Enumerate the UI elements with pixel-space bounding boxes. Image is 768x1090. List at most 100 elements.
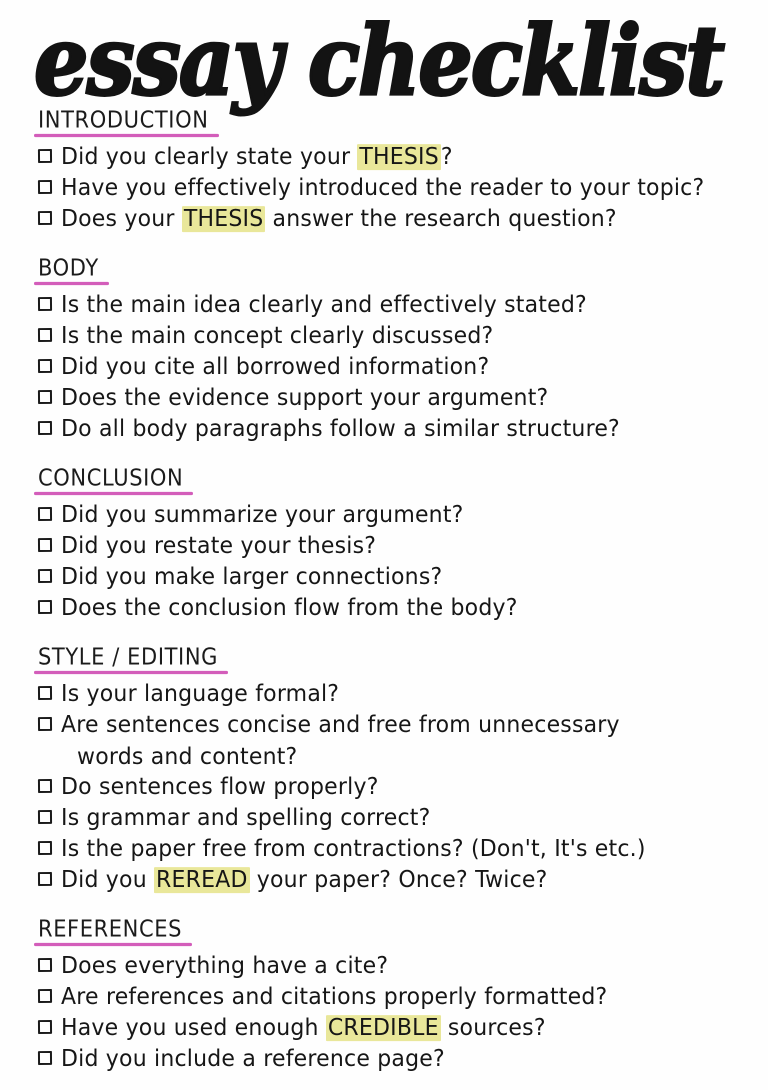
- item-text-lead: Is the main idea clearly and effectively…: [61, 292, 587, 319]
- checklist-item-label: Does your THESIS answer the research que…: [61, 203, 758, 235]
- checkbox-icon[interactable]: [37, 420, 53, 436]
- checklist-item-label: Does the conclusion flow from the body?: [61, 592, 758, 624]
- checklist-item-label: Is your language formal?: [61, 678, 758, 710]
- checklist-item[interactable]: Have you used enough CREDIBLE sources?: [37, 1012, 758, 1044]
- checklist-item[interactable]: Is grammar and spelling correct?: [37, 802, 758, 833]
- checkbox-icon[interactable]: [37, 148, 53, 164]
- checkbox-icon[interactable]: [37, 327, 53, 343]
- checklist-item[interactable]: Does everything have a cite?: [37, 950, 758, 982]
- checklist-item[interactable]: Did you make larger connections?: [37, 561, 758, 593]
- item-text-lead: Do all body paragraphs follow a similar …: [61, 416, 620, 443]
- item-text-tail: ?: [440, 144, 453, 171]
- item-text-lead: Are references and citations properly fo…: [61, 984, 608, 1011]
- checkbox-icon[interactable]: [37, 778, 53, 794]
- checklist-item[interactable]: Do all body paragraphs follow a similar …: [37, 413, 758, 445]
- highlighted-term: THESIS: [181, 206, 266, 233]
- item-text-lead: Does the evidence support your argument?: [61, 385, 549, 412]
- checklist-item-label: Did you make larger connections?: [61, 561, 758, 593]
- checkbox-icon[interactable]: [37, 685, 53, 701]
- checklist-item[interactable]: Did you restate your thesis?: [37, 530, 758, 562]
- checklist-item-label: Do all body paragraphs follow a similar …: [61, 413, 758, 445]
- checklist-item[interactable]: Did you clearly state your THESIS?: [37, 141, 758, 172]
- checklist-item[interactable]: Are references and citations properly fo…: [37, 981, 758, 1013]
- checklist-item[interactable]: Does the evidence support your argument?: [37, 382, 758, 414]
- page-title: essay checklist: [33, 3, 727, 119]
- item-text-lead: Did you restate your thesis?: [61, 533, 377, 560]
- checkbox-icon[interactable]: [37, 210, 53, 226]
- checklist-item[interactable]: Did you include a reference page?: [37, 1043, 758, 1075]
- item-text-lead: Is your language formal?: [61, 681, 340, 708]
- checklist-item[interactable]: Are sentences concise and free from unne…: [37, 709, 758, 773]
- checkbox-icon[interactable]: [37, 988, 53, 1004]
- checklist-item-label: Have you used enough CREDIBLE sources?: [61, 1012, 758, 1044]
- checklist-item-label: Did you summarize your argument?: [61, 499, 758, 531]
- checklist-item[interactable]: Did you REREAD your paper? Once? Twice?: [37, 864, 758, 896]
- checkbox-icon[interactable]: [37, 506, 53, 522]
- checklist-item[interactable]: Have you effectively introduced the read…: [37, 172, 758, 204]
- item-text-lead: Is the paper free from contractions? (Do…: [61, 836, 646, 863]
- checklist-item[interactable]: Is the paper free from contractions? (Do…: [37, 833, 758, 864]
- section-heading: CONCLUSION: [33, 464, 194, 496]
- checklist-item[interactable]: Is the main idea clearly and effectively…: [37, 289, 758, 321]
- item-text-tail: answer the research question?: [265, 206, 617, 233]
- item-text-lead: Does everything have a cite?: [61, 953, 389, 980]
- highlighted-term: CREDIBLE: [325, 1015, 441, 1042]
- item-text-lead: Are sentences concise and free from unne…: [61, 712, 620, 739]
- checklist-section: BODY Is the main idea clearly and effecti…: [34, 255, 758, 445]
- checklist-item[interactable]: Do sentences flow properly?: [37, 771, 758, 802]
- section-heading: REFERENCES: [33, 915, 193, 947]
- checkbox-icon[interactable]: [37, 809, 53, 825]
- item-text-lead: Does your: [61, 206, 182, 233]
- checklist-item-label: Did you restate your thesis?: [61, 530, 758, 562]
- item-text-wrapped-line: words and content?: [77, 744, 298, 771]
- checkbox-icon[interactable]: [37, 537, 53, 553]
- checklist-sections: INTRODUCTION Did you clearly state your T…: [0, 106, 768, 1075]
- highlighted-term: REREAD: [154, 867, 250, 894]
- item-text-lead: Did you clearly state your: [61, 144, 358, 171]
- checklist-item-label: Are references and citations properly fo…: [61, 981, 758, 1013]
- item-text-lead: Did you cite all borrowed information?: [61, 354, 490, 381]
- checkbox-icon[interactable]: [37, 957, 53, 973]
- checklist-items: Did you clearly state your THESIS? Have y…: [37, 141, 758, 235]
- item-text-lead: Did you include a reference page?: [61, 1046, 445, 1073]
- checkbox-icon[interactable]: [37, 568, 53, 584]
- checklist-item-label: Is the main idea clearly and effectively…: [61, 289, 758, 321]
- checklist-page: essay checklist INTRODUCTION Did you clea…: [0, 0, 768, 1090]
- checkbox-icon[interactable]: [37, 179, 53, 195]
- checkbox-icon[interactable]: [37, 389, 53, 405]
- checklist-item-label: Have you effectively introduced the read…: [61, 172, 758, 204]
- checklist-item-label: Did you include a reference page?: [61, 1043, 758, 1075]
- checklist-item-label: Did you REREAD your paper? Once? Twice?: [61, 864, 758, 896]
- section-heading: INTRODUCTION: [34, 106, 219, 138]
- checklist-item[interactable]: Did you cite all borrowed information?: [37, 351, 758, 382]
- checkbox-icon[interactable]: [37, 840, 53, 856]
- checklist-item[interactable]: Does the conclusion flow from the body?: [37, 592, 758, 624]
- item-text-lead: Is the main concept clearly discussed?: [61, 323, 494, 350]
- checklist-item[interactable]: Is the main concept clearly discussed?: [37, 320, 758, 351]
- section-heading: STYLE / EDITING: [33, 643, 229, 675]
- highlighted-term: THESIS: [357, 144, 441, 171]
- checkbox-icon[interactable]: [37, 358, 53, 374]
- checkbox-icon[interactable]: [37, 871, 53, 887]
- item-text-lead: Have you effectively introduced the read…: [61, 175, 705, 202]
- checkbox-icon[interactable]: [37, 1019, 53, 1035]
- checklist-item-label: Does everything have a cite?: [61, 950, 758, 982]
- checklist-section: INTRODUCTION Did you clearly state your T…: [34, 106, 758, 235]
- item-text-tail: sources?: [440, 1015, 546, 1042]
- item-text-tail: your paper? Once? Twice?: [249, 867, 548, 894]
- checklist-item[interactable]: Does your THESIS answer the research que…: [37, 203, 758, 235]
- item-text-lead: Is grammar and spelling correct?: [61, 805, 431, 832]
- checklist-item[interactable]: Did you summarize your argument?: [37, 499, 758, 531]
- checklist-item-label: Does the evidence support your argument?: [61, 382, 758, 414]
- checklist-item-label: Are sentences concise and free from unne…: [61, 709, 758, 773]
- checklist-items: Is the main idea clearly and effectively…: [37, 289, 758, 445]
- item-text-lead: Did you: [61, 867, 155, 894]
- item-text-lead: Have you used enough: [61, 1015, 326, 1042]
- checkbox-icon[interactable]: [37, 296, 53, 312]
- checkbox-icon[interactable]: [37, 1050, 53, 1066]
- checklist-item[interactable]: Is your language formal?: [37, 678, 758, 710]
- item-text-lead: Does the conclusion flow from the body?: [61, 595, 518, 622]
- checkbox-icon[interactable]: [37, 716, 53, 732]
- checklist-items: Is your language formal? Are sentences co…: [37, 678, 758, 896]
- checkbox-icon[interactable]: [37, 599, 53, 615]
